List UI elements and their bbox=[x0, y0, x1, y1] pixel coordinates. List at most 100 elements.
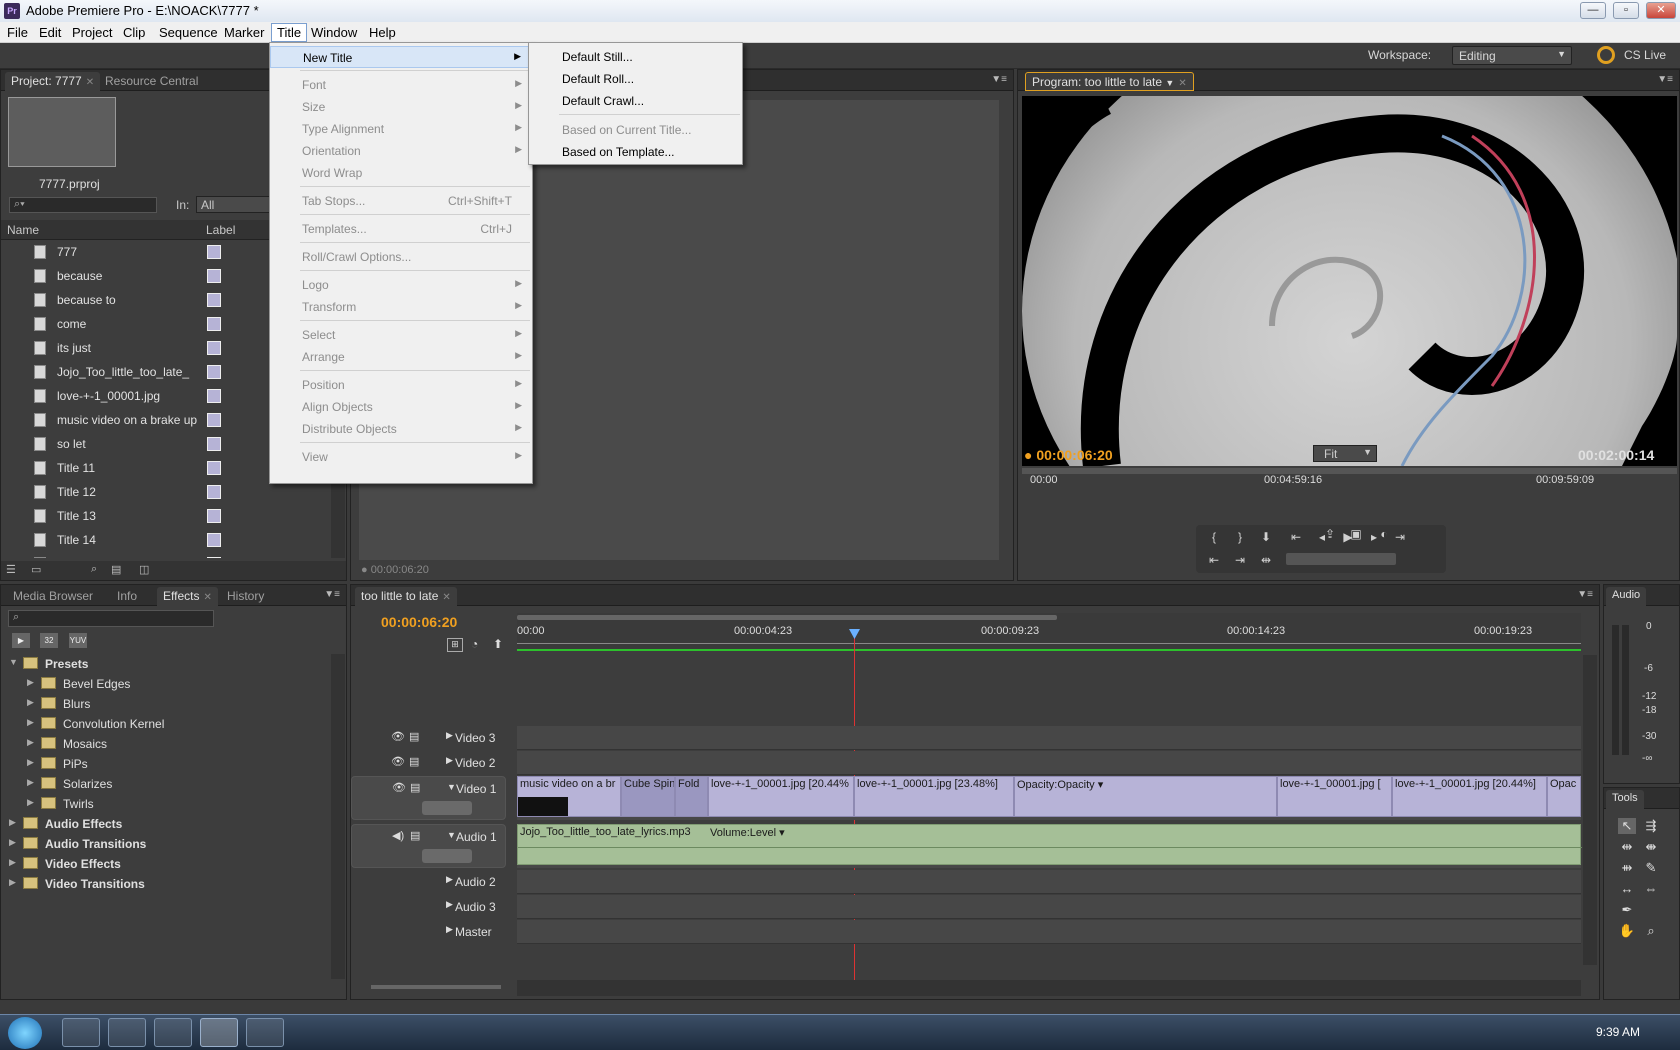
title-menu-item[interactable]: New Title ▶ bbox=[270, 46, 532, 68]
label-color-swatch[interactable] bbox=[207, 461, 221, 475]
rate-stretch-tool-icon[interactable]: ⇻ bbox=[1618, 860, 1636, 876]
expand-icon[interactable]: ▶ bbox=[446, 899, 453, 910]
transition-clip[interactable]: Fold bbox=[675, 776, 708, 817]
explorer-taskbar-icon[interactable] bbox=[108, 1018, 146, 1047]
eye-icon[interactable]: 👁 bbox=[391, 730, 405, 743]
lock-icon[interactable]: ▤ bbox=[410, 829, 420, 842]
track-lane-video-1[interactable]: music video on a br Cube Spin Fold love-… bbox=[517, 776, 1581, 820]
go-to-prev-edit-icon[interactable]: ⇤ bbox=[1204, 551, 1224, 569]
new-item-icon[interactable]: ◫ bbox=[139, 563, 149, 576]
32bit-effects-icon[interactable]: 32 bbox=[40, 633, 58, 648]
eye-icon[interactable]: 👁 bbox=[392, 781, 406, 794]
new-title-submenu-item[interactable]: Default Still... bbox=[529, 46, 742, 68]
new-bin-icon[interactable]: ▤ bbox=[111, 563, 121, 576]
column-label[interactable]: Label bbox=[206, 223, 235, 237]
audio-fx-dropdown[interactable]: Volume:Level ▾ bbox=[710, 826, 785, 839]
transition-clip[interactable]: Cube Spin bbox=[621, 776, 675, 817]
video-clip[interactable]: love-+-1_00001.jpg [20.44%] bbox=[1392, 776, 1547, 817]
collapse-icon[interactable]: ▼ bbox=[9, 657, 18, 667]
expand-icon[interactable]: ▶ bbox=[9, 857, 16, 868]
menu-clip[interactable]: Clip bbox=[118, 24, 150, 41]
title-menu-item[interactable]: Arrange ▶ bbox=[270, 346, 532, 368]
track-lane-audio-3[interactable] bbox=[517, 895, 1581, 919]
slip-tool-icon[interactable]: ↔ bbox=[1618, 881, 1636, 897]
icon-view-icon[interactable]: ▭ bbox=[31, 563, 41, 576]
track-lane-video-2[interactable] bbox=[517, 751, 1581, 775]
expand-icon[interactable]: ▶ bbox=[446, 874, 453, 885]
new-title-submenu-item[interactable]: Default Roll... bbox=[529, 68, 742, 90]
keyframe-controls[interactable] bbox=[422, 801, 472, 815]
list-item[interactable]: because to bbox=[1, 288, 271, 312]
rolling-edit-tool-icon[interactable]: ⇼ bbox=[1642, 839, 1660, 855]
effects-tree-item[interactable]: ▶ Video Transitions bbox=[1, 874, 331, 894]
effects-tree-item[interactable]: ▶ Twirls bbox=[1, 794, 331, 814]
close-button[interactable]: ✕ bbox=[1646, 2, 1676, 19]
title-menu-item[interactable]: Distribute Objects ▶ bbox=[270, 418, 532, 440]
effects-tree-item[interactable]: ▶ Bevel Edges bbox=[1, 674, 331, 694]
title-menu-item[interactable]: Templates... Ctrl+J bbox=[270, 218, 532, 240]
menu-title[interactable]: Title bbox=[271, 23, 308, 42]
effects-scrollbar[interactable] bbox=[331, 654, 345, 979]
label-color-swatch[interactable] bbox=[207, 317, 221, 331]
panel-menu-icon[interactable]: ▼≡ bbox=[1577, 589, 1593, 600]
tab-sequence[interactable]: too little to late ✕ bbox=[355, 587, 457, 606]
expand-icon[interactable]: ▶ bbox=[446, 924, 453, 935]
expand-icon[interactable]: ▶ bbox=[27, 757, 34, 768]
label-color-swatch[interactable] bbox=[207, 509, 221, 523]
column-name[interactable]: Name bbox=[7, 223, 39, 237]
menu-project[interactable]: Project bbox=[67, 24, 117, 41]
label-color-swatch[interactable] bbox=[207, 245, 221, 259]
list-item[interactable]: Title 15 bbox=[1, 552, 271, 558]
cs-live-icon[interactable] bbox=[1597, 46, 1615, 64]
label-color-swatch[interactable] bbox=[207, 269, 221, 283]
speaker-icon[interactable]: ◀) bbox=[392, 829, 404, 842]
maximize-button[interactable]: ▫ bbox=[1613, 2, 1639, 19]
video-clip[interactable]: music video on a br bbox=[517, 776, 621, 817]
list-item[interactable]: come bbox=[1, 312, 271, 336]
track-header-video-3[interactable]: 👁 ▤ ▶ Video 3 bbox=[351, 726, 506, 750]
track-select-tool-icon[interactable]: ⇶ bbox=[1642, 818, 1660, 834]
expand-icon[interactable]: ▶ bbox=[27, 717, 34, 728]
hand-tool-icon[interactable]: ✋ bbox=[1618, 923, 1636, 939]
expand-icon[interactable]: ▶ bbox=[27, 737, 34, 748]
timeline-horizontal-scrollbar[interactable] bbox=[517, 980, 1581, 996]
track-header-master[interactable]: ▶ Master bbox=[351, 920, 506, 944]
expand-icon[interactable]: ▶ bbox=[27, 777, 34, 788]
media-player-taskbar-icon[interactable] bbox=[154, 1018, 192, 1047]
expand-icon[interactable]: ▶ bbox=[446, 730, 453, 741]
label-color-swatch[interactable] bbox=[207, 533, 221, 547]
jog-shuttle[interactable] bbox=[1286, 553, 1396, 565]
effects-tree-item[interactable]: ▶ PiPs bbox=[1, 754, 331, 774]
title-menu-item[interactable]: Font ▶ bbox=[270, 74, 532, 96]
lock-icon[interactable]: ▤ bbox=[410, 781, 420, 794]
taskbar-clock[interactable]: 9:39 AM bbox=[1596, 1025, 1640, 1039]
project-search-input[interactable]: ⌕▾ bbox=[9, 197, 157, 213]
track-header-video-1[interactable]: 👁 ▤ ▼ Video 1 bbox=[351, 776, 506, 820]
title-menu-item[interactable]: Align Objects ▶ bbox=[270, 396, 532, 418]
list-item[interactable]: music video on a brake up bbox=[1, 408, 271, 432]
lock-icon[interactable]: ▤ bbox=[409, 755, 419, 768]
list-item[interactable]: Title 13 bbox=[1, 504, 271, 528]
label-color-swatch[interactable] bbox=[207, 437, 221, 451]
track-lane-video-3[interactable] bbox=[517, 726, 1581, 750]
menu-help[interactable]: Help bbox=[364, 24, 401, 41]
cs-live-label[interactable]: CS Live bbox=[1624, 48, 1666, 62]
effects-tree-item[interactable]: ▼ Presets bbox=[1, 654, 331, 674]
panel-menu-icon[interactable]: ▼≡ bbox=[1657, 74, 1673, 85]
workspace-dropdown[interactable]: Editing ▼ bbox=[1452, 46, 1572, 65]
video-clip[interactable]: love-+-1_00001.jpg [ bbox=[1277, 776, 1392, 817]
timeline-vertical-scrollbar[interactable] bbox=[1583, 655, 1597, 965]
title-menu-item[interactable]: Roll/Crawl Options... bbox=[270, 246, 532, 268]
video-clip[interactable]: love-+-1_00001.jpg [20.44% bbox=[708, 776, 854, 817]
list-item[interactable]: Title 14 bbox=[1, 528, 271, 552]
expand-icon[interactable]: ▶ bbox=[9, 817, 16, 828]
effects-tree-item[interactable]: ▶ Video Effects bbox=[1, 854, 331, 874]
title-menu-item[interactable]: Orientation ▶ bbox=[270, 140, 532, 162]
list-item[interactable]: its just bbox=[1, 336, 271, 360]
track-header-audio-1[interactable]: ◀) ▤ ▼ Audio 1 bbox=[351, 824, 506, 868]
effects-tree-item[interactable]: ▶ Solarizes bbox=[1, 774, 331, 794]
slide-tool-icon[interactable]: ⇔ bbox=[1642, 881, 1660, 897]
collapse-icon[interactable]: ▼ bbox=[447, 830, 456, 840]
minimize-button[interactable]: — bbox=[1580, 2, 1606, 19]
title-menu-item[interactable]: Logo ▶ bbox=[270, 274, 532, 296]
